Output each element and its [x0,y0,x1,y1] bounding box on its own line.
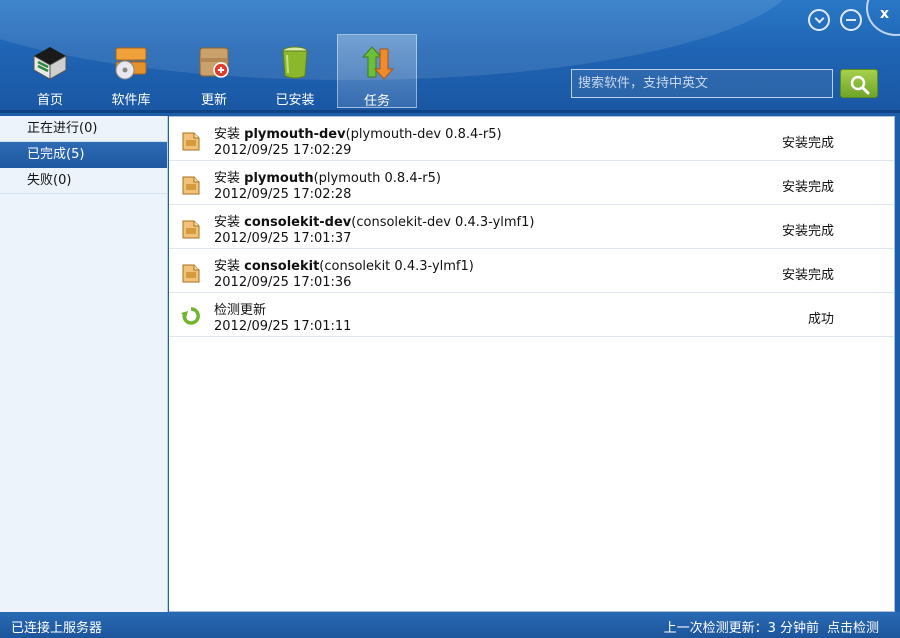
home-icon [33,47,67,80]
software-library-icon [115,47,147,80]
close-icon[interactable]: x [880,6,889,22]
task-title: 安装 plymouth(plymouth 0.8.4-r5) [214,171,441,186]
search-icon [850,75,870,95]
task-row[interactable]: 检测更新 2012/09/25 17:01:11 成功 [169,293,894,337]
task-status: 安装完成 [781,224,834,239]
task-status: 安装完成 [781,268,834,283]
nav-tasks-label: 任务 [363,94,390,109]
sidebar-item-completed[interactable]: 已完成(5) [0,142,167,168]
task-row[interactable]: 安装 consolekit-dev(consolekit-dev 0.4.3-y… [169,205,894,249]
task-time: 2012/09/25 17:02:29 [214,143,352,158]
task-status: 安装完成 [781,180,834,195]
package-icon [182,176,200,195]
nav-tasks[interactable]: 任务 [337,34,417,109]
last-check-text: 上一次检测更新：3 分钟前 [663,621,819,636]
package-icon [182,220,200,239]
nav-update[interactable]: 更新 [174,34,254,108]
collapse-icon[interactable] [840,9,862,31]
package-icon [182,264,200,283]
connection-status: 已连接上服务器 [11,621,103,636]
minimize-icon[interactable] [808,9,830,31]
package-icon [182,132,200,151]
task-row[interactable]: 安装 plymouth-dev(plymouth-dev 0.8.4-r5) 2… [169,117,894,161]
task-status: 安装完成 [781,136,834,151]
task-title: 安装 consolekit-dev(consolekit-dev 0.4.3-y… [214,215,535,230]
task-filter-sidebar: 正在进行(0) 已完成(5) 失败(0) [0,116,168,612]
nav-installed-label: 已安装 [275,93,315,108]
task-title: 检测更新 [214,303,267,318]
nav-software-library[interactable]: 软件库 [91,34,171,108]
task-row[interactable]: 安装 plymouth(plymouth 0.8.4-r5) 2012/09/2… [169,161,894,205]
task-time: 2012/09/25 17:01:11 [214,319,352,334]
sidebar-item-in-progress[interactable]: 正在进行(0) [0,116,167,142]
update-check-info: 上一次检测更新：3 分钟前 点击检测 [656,617,879,636]
search-input[interactable] [571,69,833,98]
nav-update-label: 更新 [200,93,227,108]
task-icon [361,46,395,80]
nav-software-library-label: 软件库 [111,93,151,108]
status-bar: 已连接上服务器 上一次检测更新：3 分钟前 点击检测 [0,612,900,638]
sidebar-item-failed[interactable]: 失败(0) [0,168,167,194]
task-time: 2012/09/25 17:01:36 [214,275,352,290]
task-title: 安装 plymouth-dev(plymouth-dev 0.8.4-r5) [214,127,502,142]
task-list: 安装 plymouth-dev(plymouth-dev 0.8.4-r5) 2… [169,116,895,612]
refresh-icon [181,307,200,325]
top-toolbar: x 首页 软件库 更新 已安装 任务 搜索软件，支持中英文 [0,0,900,113]
task-row[interactable]: 安装 consolekit(consolekit 0.4.3-ylmf1) 20… [169,249,894,293]
nav-home-label: 首页 [36,93,63,108]
nav-home[interactable]: 首页 [10,34,90,108]
task-time: 2012/09/25 17:01:37 [214,231,352,246]
update-icon [199,47,229,78]
check-now-link[interactable]: 点击检测 [827,621,879,636]
search-button[interactable] [840,69,878,98]
installed-icon [282,46,308,79]
task-status: 成功 [807,312,834,327]
task-title: 安装 consolekit(consolekit 0.4.3-ylmf1) [214,259,474,274]
nav-installed[interactable]: 已安装 [255,34,335,108]
task-time: 2012/09/25 17:02:28 [214,187,352,202]
